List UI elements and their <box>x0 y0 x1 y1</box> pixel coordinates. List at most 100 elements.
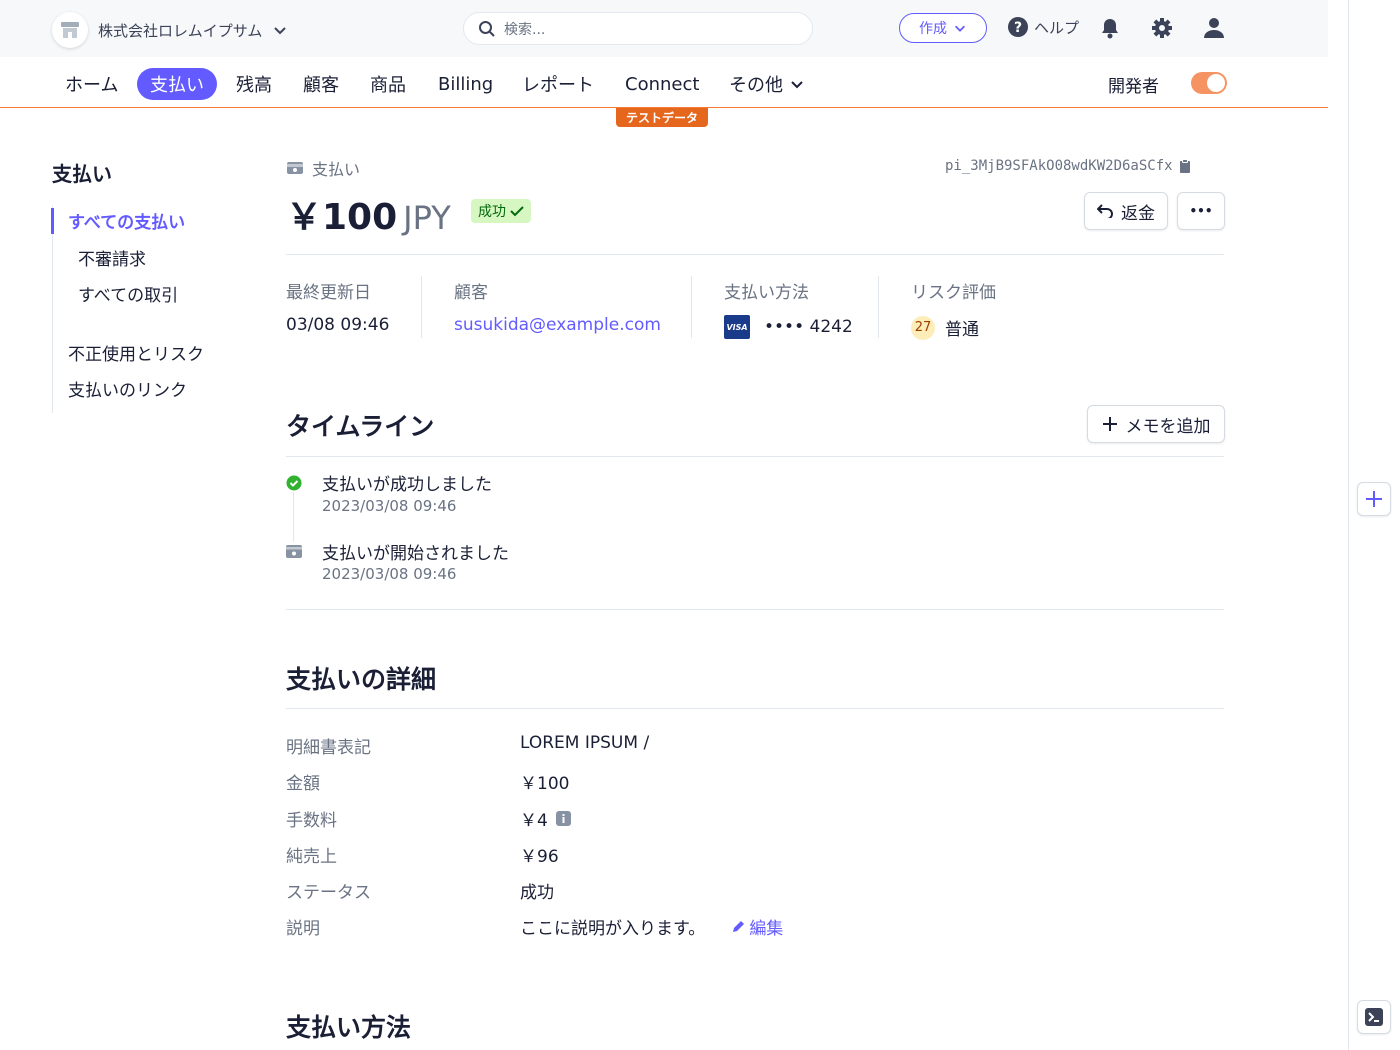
add-shortcut-button[interactable] <box>1357 482 1391 516</box>
payment-icon <box>287 162 303 174</box>
summary-customer: 顧客 susukida@example.com <box>454 278 661 335</box>
main-nav: ホーム 支払い 残高 顧客 商品 Billing レポート Connect その… <box>0 57 1328 108</box>
detail-value: ￥96 <box>520 847 559 867</box>
summary-method: 支払い方法 VISA •••• 4242 <box>724 278 853 339</box>
sidebar-item-all-payments[interactable]: すべての支払い <box>68 208 185 233</box>
info-icon[interactable] <box>555 811 571 826</box>
detail-value-fee: ￥4 <box>520 806 571 831</box>
payment-method-title: 支払い方法 <box>286 1013 412 1042</box>
summary-divider <box>878 276 879 338</box>
nav-customers[interactable]: 顧客 <box>303 68 339 100</box>
detail-value: LOREM IPSUM / <box>520 733 650 753</box>
status-badge-label: 成功 <box>478 204 506 220</box>
sidebar-item-fraud-risk[interactable]: 不正使用とリスク <box>68 340 204 365</box>
plus-icon <box>1366 491 1382 507</box>
summary-updated-label: 最終更新日 <box>286 283 371 303</box>
timeline-event-time: 2023/03/08 09:46 <box>322 565 457 583</box>
detail-label: ステータス <box>286 883 371 903</box>
divider <box>286 708 1224 709</box>
summary-risk-value: 27 普通 <box>911 315 996 340</box>
summary-method-label: 支払い方法 <box>724 283 809 303</box>
description-value: ここに説明が入ります。 <box>520 919 706 939</box>
breadcrumb-label: 支払い <box>312 160 361 179</box>
undo-icon <box>1097 204 1113 218</box>
card-last4: •••• 4242 <box>764 317 853 337</box>
help-button[interactable]: ? ヘルプ <box>1007 16 1079 38</box>
timeline-event-title: 支払いが成功しました <box>322 475 492 495</box>
test-mode-toggle[interactable] <box>1191 72 1227 94</box>
help-icon: ? <box>1008 17 1028 37</box>
payment-icon <box>286 545 302 558</box>
nav-more-label: その他 <box>729 75 783 96</box>
refund-button[interactable]: 返金 <box>1084 192 1168 230</box>
payment-id-value: pi_3MjB9SFAkO08wdKW2D6aSCfx <box>945 158 1173 174</box>
status-badge: 成功 <box>471 199 531 223</box>
sidebar-item-disputes[interactable]: 不審請求 <box>78 245 146 270</box>
details-title: 支払いの詳細 <box>286 665 437 694</box>
top-bar: 株式会社ロレムイプサム 検索... 作成 ? ヘルプ <box>0 0 1328 57</box>
sidebar-active-indicator <box>51 208 54 234</box>
summary-divider <box>691 276 692 338</box>
summary-risk: リスク評価 27 普通 <box>911 278 996 340</box>
visa-icon: VISA <box>724 315 750 339</box>
amount-currency: JPY <box>403 199 451 237</box>
timeline-event-time: 2023/03/08 09:46 <box>322 497 457 515</box>
detail-label: 純売上 <box>286 847 337 867</box>
success-check-icon <box>286 475 302 491</box>
divider <box>286 609 1224 610</box>
sidebar-item-all-transactions[interactable]: すべての取引 <box>78 281 178 306</box>
timeline-title: タイムライン <box>286 412 435 441</box>
risk-score: 27 <box>911 315 935 340</box>
account-switcher[interactable]: 株式会社ロレムイプサム <box>52 12 288 48</box>
user-icon[interactable] <box>1202 16 1226 40</box>
summary-updated: 最終更新日 03/08 09:46 <box>286 278 389 335</box>
sidebar-divider <box>52 206 53 413</box>
edit-description-link[interactable]: 編集 <box>731 914 783 939</box>
payment-amount: ￥100 JPY <box>286 188 451 240</box>
summary-method-value: VISA •••• 4242 <box>724 315 853 339</box>
copy-icon[interactable] <box>1179 158 1191 174</box>
divider <box>286 254 1224 255</box>
payment-id[interactable]: pi_3MjB9SFAkO08wdKW2D6aSCfx <box>945 158 1191 174</box>
nav-balances[interactable]: 残高 <box>236 68 272 100</box>
terminal-icon <box>1365 1008 1383 1026</box>
search-placeholder: 検索... <box>504 21 546 38</box>
refund-label: 返金 <box>1121 203 1155 224</box>
svg-text:?: ? <box>1014 20 1022 36</box>
detail-value-description: ここに説明が入ります。 編集 <box>520 914 783 939</box>
detail-label: 金額 <box>286 774 320 794</box>
detail-label: 説明 <box>286 919 320 939</box>
summary-risk-label: リスク評価 <box>911 283 996 303</box>
gear-icon[interactable] <box>1150 16 1174 40</box>
help-label: ヘルプ <box>1034 18 1080 37</box>
nav-home[interactable]: ホーム <box>65 68 118 100</box>
bell-icon[interactable] <box>1098 16 1122 40</box>
nav-reports[interactable]: レポート <box>522 68 594 100</box>
detail-label: 手数料 <box>286 811 337 831</box>
sidebar-item-payment-links[interactable]: 支払いのリンク <box>68 376 187 401</box>
add-note-button[interactable]: メモを追加 <box>1087 405 1225 443</box>
chevron-down-icon <box>791 81 803 89</box>
nav-products[interactable]: 商品 <box>370 68 406 100</box>
customer-email-link[interactable]: susukida@example.com <box>454 315 661 335</box>
account-name: 株式会社ロレムイプサム <box>98 21 263 40</box>
sidebar-title: 支払い <box>52 162 112 186</box>
store-icon <box>52 12 88 48</box>
divider <box>286 456 1224 457</box>
create-label: 作成 <box>919 21 947 37</box>
nav-billing[interactable]: Billing <box>438 68 493 100</box>
nav-payments[interactable]: 支払い <box>137 68 217 100</box>
add-note-label: メモを追加 <box>1125 416 1211 437</box>
create-button[interactable]: 作成 <box>899 13 987 43</box>
edit-label: 編集 <box>749 919 784 939</box>
nav-connect[interactable]: Connect <box>625 68 699 100</box>
right-rail-divider <box>1348 0 1349 1050</box>
detail-label: 明細書表記 <box>286 738 371 758</box>
more-actions-button[interactable]: ••• <box>1177 192 1225 230</box>
nav-more[interactable]: その他 <box>729 68 805 100</box>
terminal-button[interactable] <box>1357 1000 1391 1034</box>
search-input[interactable]: 検索... <box>463 12 813 45</box>
summary-updated-value: 03/08 09:46 <box>286 315 390 335</box>
plus-icon <box>1102 417 1117 431</box>
developer-label: 開発者 <box>1108 77 1159 97</box>
